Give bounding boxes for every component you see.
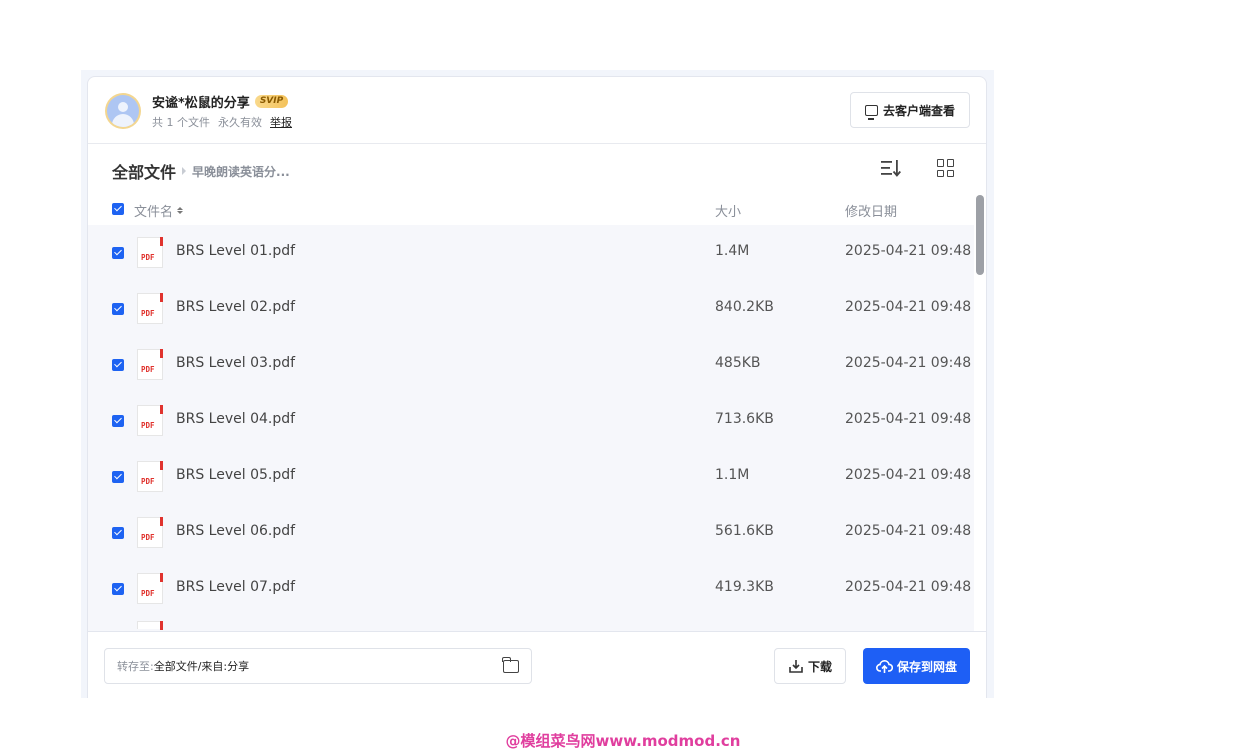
table-row[interactable]: PDF BRS Level 01.pdf 1.4M 2025-04-21 09:…: [88, 225, 974, 281]
pdf-file-icon: PDF: [137, 573, 163, 604]
file-date: 2025-04-21 09:48: [845, 467, 972, 483]
download-label: 下载: [807, 659, 832, 674]
column-date-header: 修改日期: [845, 205, 898, 220]
owner-name: 安谧*松鼠的分享 SVIP: [152, 92, 289, 111]
row-checkbox[interactable]: [112, 303, 124, 315]
pdf-file-icon: PDF: [137, 517, 163, 548]
open-client-button[interactable]: 去客户端查看: [850, 92, 970, 128]
user-icon: [107, 95, 139, 127]
file-date: 2025-04-21 09:48: [845, 523, 972, 539]
share-header: 安谧*松鼠的分享 SVIP 共 1 个文件 永久有效 举报 去客户端查看: [88, 77, 986, 144]
row-checkbox[interactable]: [112, 583, 124, 595]
file-list: PDF BRS Level 01.pdf 1.4M 2025-04-21 09:…: [88, 225, 974, 631]
file-name[interactable]: BRS Level 02.pdf: [176, 299, 295, 315]
save-path-value: 全部文件/来自:分享: [153, 660, 250, 673]
pdf-file-icon: PDF: [137, 237, 163, 268]
select-all-checkbox[interactable]: [112, 203, 124, 215]
open-client-label: 去客户端查看: [882, 103, 955, 118]
file-name[interactable]: BRS Level 01.pdf: [176, 243, 295, 259]
file-size: 419.3KB: [715, 579, 774, 595]
breadcrumb-separator-icon: [182, 167, 187, 175]
cloud-upload-icon: [876, 660, 893, 673]
pdf-file-icon: PDF: [137, 405, 163, 436]
save-to-drive-label: 保存到网盘: [896, 659, 957, 674]
table-row[interactable]: PDF BRS Level 06.pdf 561.6KB 2025-04-21 …: [88, 505, 974, 561]
monitor-icon: [864, 104, 878, 120]
sort-icon[interactable]: [881, 159, 901, 177]
svip-badge: SVIP: [254, 95, 289, 108]
file-date: 2025-04-21 09:48: [845, 579, 972, 595]
table-row[interactable]: PDF BRS Level 02.pdf 840.2KB 2025-04-21 …: [88, 281, 974, 337]
column-size-header: 大小: [715, 205, 742, 220]
pdf-file-icon: PDF: [137, 293, 163, 324]
file-name[interactable]: BRS Level 04.pdf: [176, 411, 295, 427]
column-name-label: 文件名: [134, 205, 174, 220]
table-header: 文件名 大小 修改日期: [88, 195, 974, 223]
row-checkbox[interactable]: [112, 247, 124, 259]
column-name-header[interactable]: 文件名: [134, 201, 184, 220]
row-checkbox[interactable]: [112, 415, 124, 427]
pdf-file-icon: PDF: [137, 349, 163, 380]
share-panel: 安谧*松鼠的分享 SVIP 共 1 个文件 永久有效 举报 去客户端查看 全部文…: [87, 76, 987, 698]
save-path-selector[interactable]: 转存至: 全部文件/来自:分享: [104, 648, 532, 684]
table-row[interactable]: PDF BRS Level 03.pdf 485KB 2025-04-21 09…: [88, 337, 974, 393]
table-row-partial: [88, 617, 974, 631]
owner-name-text: 安谧*松鼠的分享: [152, 96, 250, 111]
file-size: 713.6KB: [715, 411, 774, 427]
breadcrumb-current: 早晚朗读英语分...: [192, 164, 290, 179]
row-checkbox[interactable]: [112, 527, 124, 539]
row-checkbox[interactable]: [112, 471, 124, 483]
file-name[interactable]: BRS Level 06.pdf: [176, 523, 295, 539]
file-name[interactable]: BRS Level 07.pdf: [176, 579, 295, 595]
sort-caret-icon: [177, 207, 184, 214]
save-to-drive-button[interactable]: 保存到网盘: [863, 648, 970, 684]
share-meta: 共 1 个文件 永久有效 举报: [152, 114, 292, 130]
download-icon: [789, 660, 803, 673]
watermark-text: @模组菜鸟网www.modmod.cn: [505, 732, 741, 750]
pdf-file-icon: [137, 621, 163, 630]
table-row[interactable]: PDF BRS Level 07.pdf 419.3KB 2025-04-21 …: [88, 561, 974, 617]
file-date: 2025-04-21 09:48: [845, 299, 972, 315]
file-size: 1.4M: [715, 243, 750, 259]
breadcrumb: 全部文件 早晚朗读英语分...: [112, 159, 290, 183]
table-row[interactable]: PDF BRS Level 05.pdf 1.1M 2025-04-21 09:…: [88, 449, 974, 505]
file-date: 2025-04-21 09:48: [845, 355, 972, 371]
row-checkbox[interactable]: [112, 359, 124, 371]
action-footer: 转存至: 全部文件/来自:分享 下载 保存到网盘: [88, 631, 986, 698]
table-row[interactable]: PDF BRS Level 04.pdf 713.6KB 2025-04-21 …: [88, 393, 974, 449]
download-button[interactable]: 下载: [774, 648, 846, 684]
pdf-file-icon: PDF: [137, 461, 163, 492]
file-count: 共 1 个文件: [152, 116, 210, 129]
breadcrumb-root[interactable]: 全部文件: [112, 159, 176, 183]
file-size: 561.6KB: [715, 523, 774, 539]
file-size: 840.2KB: [715, 299, 774, 315]
file-size: 1.1M: [715, 467, 750, 483]
file-date: 2025-04-21 09:48: [845, 243, 972, 259]
file-name[interactable]: BRS Level 03.pdf: [176, 355, 295, 371]
avatar[interactable]: [105, 93, 141, 129]
file-date: 2025-04-21 09:48: [845, 411, 972, 427]
save-path-label: 转存至:: [117, 660, 154, 673]
file-size: 485KB: [715, 355, 761, 371]
validity: 永久有效: [218, 116, 262, 129]
folder-icon[interactable]: [502, 657, 519, 673]
grid-view-icon[interactable]: [937, 159, 955, 177]
report-link[interactable]: 举报: [270, 114, 292, 130]
file-name[interactable]: BRS Level 05.pdf: [176, 467, 295, 483]
list-scrollbar[interactable]: [976, 195, 984, 275]
